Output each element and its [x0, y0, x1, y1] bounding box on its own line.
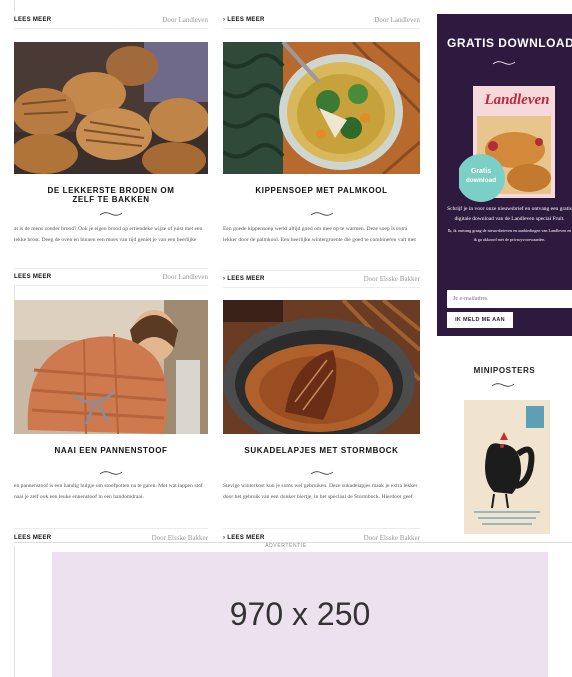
cover-badge-line2: download — [465, 177, 497, 184]
author-label: Door Landleven — [162, 273, 208, 281]
lees-meer-link[interactable]: › LEES MEER — [223, 276, 265, 282]
tilde-divider-icon — [310, 471, 333, 475]
tilde-divider-icon — [492, 61, 516, 65]
miniposters-title: MINIPOSTERS — [473, 366, 536, 375]
article-card-kippensoep[interactable]: › LEES MEER Door Landleven KIPPENSOEP ME… — [223, 11, 420, 288]
download-cover-image[interactable]: Landleven Gratis download — [457, 86, 563, 204]
newsletter-widget: GRATIS DOWNLOAD Landleven Gratis downloa… — [437, 14, 572, 336]
lees-meer-link[interactable]: › LEES MEER — [223, 17, 265, 23]
author-label: Door Elsske Bakker — [363, 275, 420, 283]
card-meta-bottom: LEES MEER Door Landleven — [14, 268, 208, 286]
newsletter-text: Schrijf je in voor onze nieuwsbrief en o… — [447, 206, 572, 222]
author-label: Door Elsske Bakker — [363, 533, 420, 542]
article-excerpt: Een goede kippensoep werkt altijd goed o… — [223, 226, 416, 243]
card-meta-bottom: › LEES MEER Door Elsske Bakker — [223, 270, 420, 288]
email-field[interactable] — [447, 290, 572, 308]
newsletter-fineprint: Ik, ik ontvang graag de nieuwsbrieven en… — [447, 228, 572, 242]
cover-badge-line1: Gratis — [470, 168, 492, 175]
article-card-broden[interactable]: LEES MEER Door Landleven DE LEKKERSTE BR… — [14, 11, 208, 286]
newsletter-description: Schrijf je in voor onze nieuwsbrief en o… — [447, 204, 572, 244]
card-meta-top: LEES MEER Door Landleven — [14, 11, 208, 29]
article-excerpt: at is de mens zonder brood? Ook je eigen… — [14, 226, 203, 243]
lees-meer-link[interactable]: LEES MEER — [14, 274, 51, 280]
lees-meer-link[interactable]: LEES MEER — [14, 535, 51, 541]
author-label: Door Landleven — [162, 15, 208, 24]
tilde-divider-icon — [99, 471, 123, 475]
article-image-broden[interactable] — [14, 42, 208, 174]
advert-placeholder[interactable]: 970 x 250 — [52, 552, 548, 677]
advert-label: ADVERTENTIE — [265, 543, 307, 549]
article-image-sukadelapjes[interactable] — [223, 300, 420, 434]
article-card-sukadelapjes[interactable]: SUKADELAPJES MET STORMBOCK Stevige winte… — [223, 300, 420, 546]
article-excerpt: Stevige winterkost kun je soms wel gebru… — [223, 483, 418, 500]
author-label: Door Landleven — [374, 15, 420, 24]
article-title[interactable]: SUKADELAPJES MET STORMBOCK — [223, 446, 420, 455]
lees-meer-link[interactable]: LEES MEER — [14, 17, 51, 23]
article-card-pannenstoof[interactable]: NAAI EEN PANNENSTOOF en pannenstoof is e… — [14, 300, 208, 546]
tilde-divider-icon — [99, 212, 123, 216]
article-image-pannenstoof[interactable] — [14, 300, 208, 434]
tilde-divider-icon — [491, 383, 515, 387]
card-meta-top: › LEES MEER Door Landleven — [223, 11, 420, 29]
article-excerpt: en pannenstoof is een handig hulpje om s… — [14, 483, 203, 500]
article-title[interactable]: KIPPENSOEP MET PALMKOOL — [223, 186, 420, 195]
lees-meer-link[interactable]: › LEES MEER — [223, 535, 265, 541]
article-title[interactable]: NAAI EEN PANNENSTOOF — [14, 446, 208, 455]
subscribe-button[interactable]: IK MELD ME AAN — [447, 312, 513, 328]
advert-size-text: 970 x 250 — [229, 596, 371, 632]
article-title[interactable]: DE LEKKERSTE BRODEN OM ZELF TE BAKKEN — [14, 186, 208, 204]
tilde-divider-icon — [310, 212, 333, 216]
article-image-kippensoep[interactable] — [223, 42, 420, 174]
rooster-poster-icon — [464, 400, 550, 534]
miniposter-image[interactable] — [464, 400, 550, 534]
author-label: Door Elsske Bakker — [151, 533, 208, 542]
newsletter-title: GRATIS DOWNLOAD — [447, 36, 572, 50]
cover-brand: Landleven — [484, 92, 550, 108]
